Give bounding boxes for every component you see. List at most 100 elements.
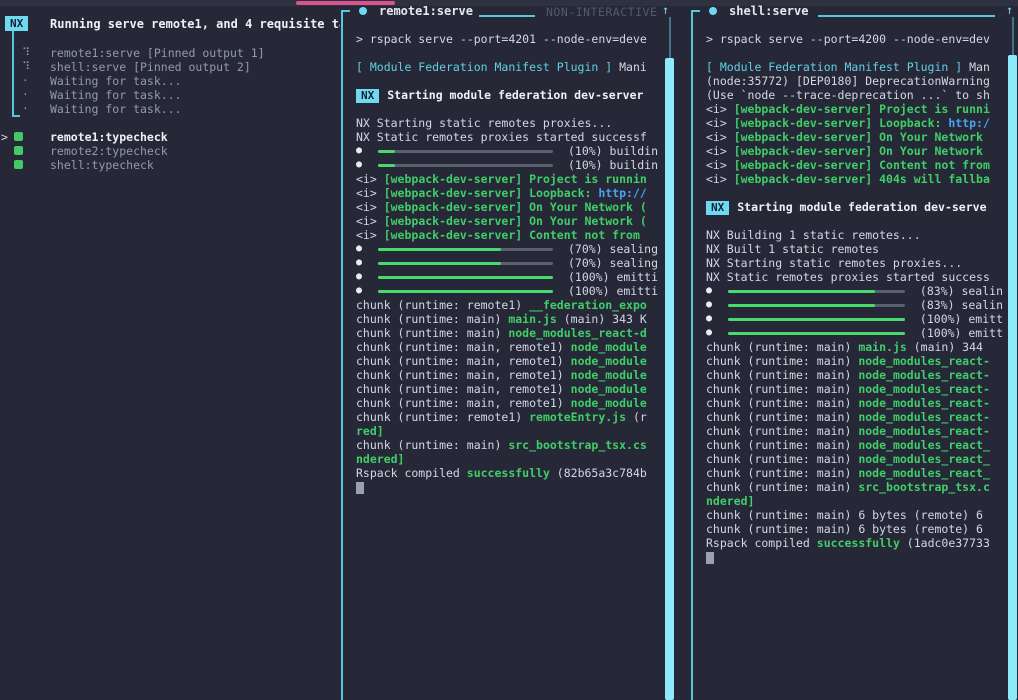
pane-title-rule xyxy=(818,15,995,17)
terminal-line: [ Module Federation Manifest Plugin ] Ma… xyxy=(706,60,1008,74)
terminal-line: <i> [webpack-dev-server] On Your Network xyxy=(706,144,1008,158)
task-label: Waiting for task... xyxy=(50,74,182,88)
progress-bullet-icon: ● xyxy=(356,270,364,284)
progress-bullet-icon: ● xyxy=(706,312,714,326)
task-label: shell:typecheck xyxy=(50,158,154,172)
terminal-line: chunk (runtime: remote1) remoteEntry.js … xyxy=(356,410,658,424)
waiting-dot-icon: · xyxy=(22,74,29,88)
scroll-up-arrow-icon[interactable]: ↑ xyxy=(1006,3,1013,17)
terminal-cursor xyxy=(706,552,714,564)
progress-line: ● (10%) buildin xyxy=(356,144,658,158)
terminal-line: chunk (runtime: main) node_modules_react… xyxy=(706,452,1008,466)
terminal-line: NX Starting static remotes proxies... xyxy=(356,116,658,130)
scroll-up-arrow-icon[interactable]: ↑ xyxy=(662,3,669,17)
pinned-task-row[interactable]: ⠹shell:serve [Pinned output 2] xyxy=(0,60,340,74)
progress-line: ● (70%) sealing xyxy=(356,256,658,270)
pane-left-border xyxy=(341,10,343,700)
terminal-line: ndered] xyxy=(356,452,658,466)
progress-bar xyxy=(728,332,905,335)
terminal-line: chunk (runtime: main) node_modules_react… xyxy=(706,438,1008,452)
pinned-task-row[interactable]: ·Waiting for task... xyxy=(0,102,340,116)
progress-label: (100%) emitt xyxy=(913,312,1003,326)
terminal-line: chunk (runtime: remote1) __federation_ex… xyxy=(356,298,658,312)
terminal-line: chunk (runtime: main) node_modules_react… xyxy=(706,354,1008,368)
progress-bar-fill xyxy=(728,332,905,335)
waiting-dot-icon: · xyxy=(22,88,29,102)
terminal-line: chunk (runtime: main, remote1) node_modu… xyxy=(356,396,658,410)
badge-line-text: Starting module federation dev-serve xyxy=(737,200,986,214)
progress-line: ● (70%) sealing xyxy=(356,242,658,256)
terminal-line: NX Building 1 static remotes... xyxy=(706,228,1008,242)
terminal-output[interactable]: > rspack serve --port=4201 --node-env=de… xyxy=(356,32,658,494)
terminal-line: > rspack serve --port=4201 --node-env=de… xyxy=(356,32,658,46)
task-label: remote1:serve [Pinned output 1] xyxy=(50,46,265,60)
queued-task-row[interactable]: remote2:typecheck xyxy=(0,144,340,158)
terminal-line: <i> [webpack-dev-server] Project is runn… xyxy=(356,172,658,186)
progress-bar xyxy=(378,150,553,153)
terminal-badge-line: NXStarting module federation dev-serve xyxy=(706,200,1008,214)
progress-bar-fill xyxy=(378,248,501,251)
nx-terminal-ui: NX Running serve remote1, and 4 requisit… xyxy=(0,0,1018,700)
terminal-line: chunk (runtime: main) main.js (main) 343… xyxy=(356,312,658,326)
progress-bullet-icon: ● xyxy=(706,298,714,312)
terminal-line: > rspack serve --port=4200 --node-env=de… xyxy=(706,32,1008,46)
progress-bar xyxy=(728,318,905,321)
progress-bullet-icon: ● xyxy=(356,158,364,172)
waiting-dot-icon: · xyxy=(22,102,29,116)
non-interactive-label: NON-INTERACTIVE xyxy=(546,5,657,19)
pane-title: shell:serve xyxy=(729,4,808,18)
top-bar xyxy=(0,0,1018,6)
progress-bar xyxy=(378,290,553,293)
pinned-task-row[interactable]: ·Waiting for task... xyxy=(0,88,340,102)
terminal-line: [ Module Federation Manifest Plugin ] Ma… xyxy=(356,60,658,74)
progress-bar-fill xyxy=(378,262,501,265)
pane-title: remote1:serve xyxy=(379,4,473,18)
terminal-line: <i> [webpack-dev-server] Loopback: http:… xyxy=(706,116,1008,130)
terminal-line: chunk (runtime: main) node_modules_react… xyxy=(706,382,1008,396)
task-status-square-icon xyxy=(14,146,23,155)
nx-badge-inline: NX xyxy=(356,89,379,103)
progress-bar-fill xyxy=(378,276,553,279)
progress-bar xyxy=(728,290,905,293)
pinned-task-row[interactable]: · Waiting for task... xyxy=(0,74,340,88)
pinned-task-row[interactable]: ⠹remote1:serve [Pinned output 1] xyxy=(0,46,340,60)
scrollbar-thumb[interactable] xyxy=(1008,55,1017,700)
progress-line: ● (100%) emitt xyxy=(706,326,1008,340)
queued-task-row[interactable]: >remote1:typecheck xyxy=(0,130,340,144)
terminal-line: chunk (runtime: main, remote1) node_modu… xyxy=(356,354,658,368)
terminal-output[interactable]: > rspack serve --port=4200 --node-env=de… xyxy=(706,32,1008,564)
scrollbar-track[interactable] xyxy=(669,17,671,58)
progress-label: (100%) emitt xyxy=(913,326,1003,340)
terminal-line: red] xyxy=(356,424,658,438)
terminal-line: chunk (runtime: main) node_modules_react… xyxy=(706,424,1008,438)
pane-title-rule xyxy=(479,15,535,17)
terminal-line: chunk (runtime: main) node_modules_react… xyxy=(706,368,1008,382)
task-status-square-icon xyxy=(14,160,23,169)
terminal-blank-line xyxy=(356,74,658,88)
progress-label: (70%) sealing xyxy=(561,242,658,256)
terminal-line: chunk (runtime: main) node_modules_react… xyxy=(706,396,1008,410)
spinner-icon: ⠹ xyxy=(22,60,30,74)
progress-bullet-icon: ● xyxy=(356,284,364,298)
progress-bullet-icon: ● xyxy=(706,284,714,298)
progress-bar-fill xyxy=(378,164,396,167)
terminal-line: chunk (runtime: main) node_modules_react… xyxy=(706,466,1008,480)
running-status-dot xyxy=(709,7,717,15)
terminal-line: chunk (runtime: main, remote1) node_modu… xyxy=(356,340,658,354)
pane-left-border xyxy=(691,10,693,700)
progress-label: (70%) sealing xyxy=(561,256,658,270)
task-label: remote1:typecheck xyxy=(50,130,168,144)
badge-line-text: Starting module federation dev-server xyxy=(387,88,643,102)
nx-logo-badge: NX xyxy=(5,16,28,31)
progress-line: ● (83%) sealin xyxy=(706,298,1008,312)
terminal-line: <i> [webpack-dev-server] On Your Network… xyxy=(356,200,658,214)
scrollbar-track[interactable] xyxy=(1012,17,1014,55)
terminal-line: chunk (runtime: main) src_bootstrap_tsx.… xyxy=(356,438,658,452)
queued-task-row[interactable]: shell:typecheck xyxy=(0,158,340,172)
progress-bar-fill xyxy=(728,290,875,293)
terminal-line: chunk (runtime: main, remote1) node_modu… xyxy=(356,368,658,382)
terminal-line: chunk (runtime: main) 6 bytes (remote) 6 xyxy=(706,522,1008,536)
scrollbar-thumb[interactable] xyxy=(665,58,674,700)
progress-bar-fill xyxy=(378,290,553,293)
progress-bar-fill xyxy=(378,150,396,153)
